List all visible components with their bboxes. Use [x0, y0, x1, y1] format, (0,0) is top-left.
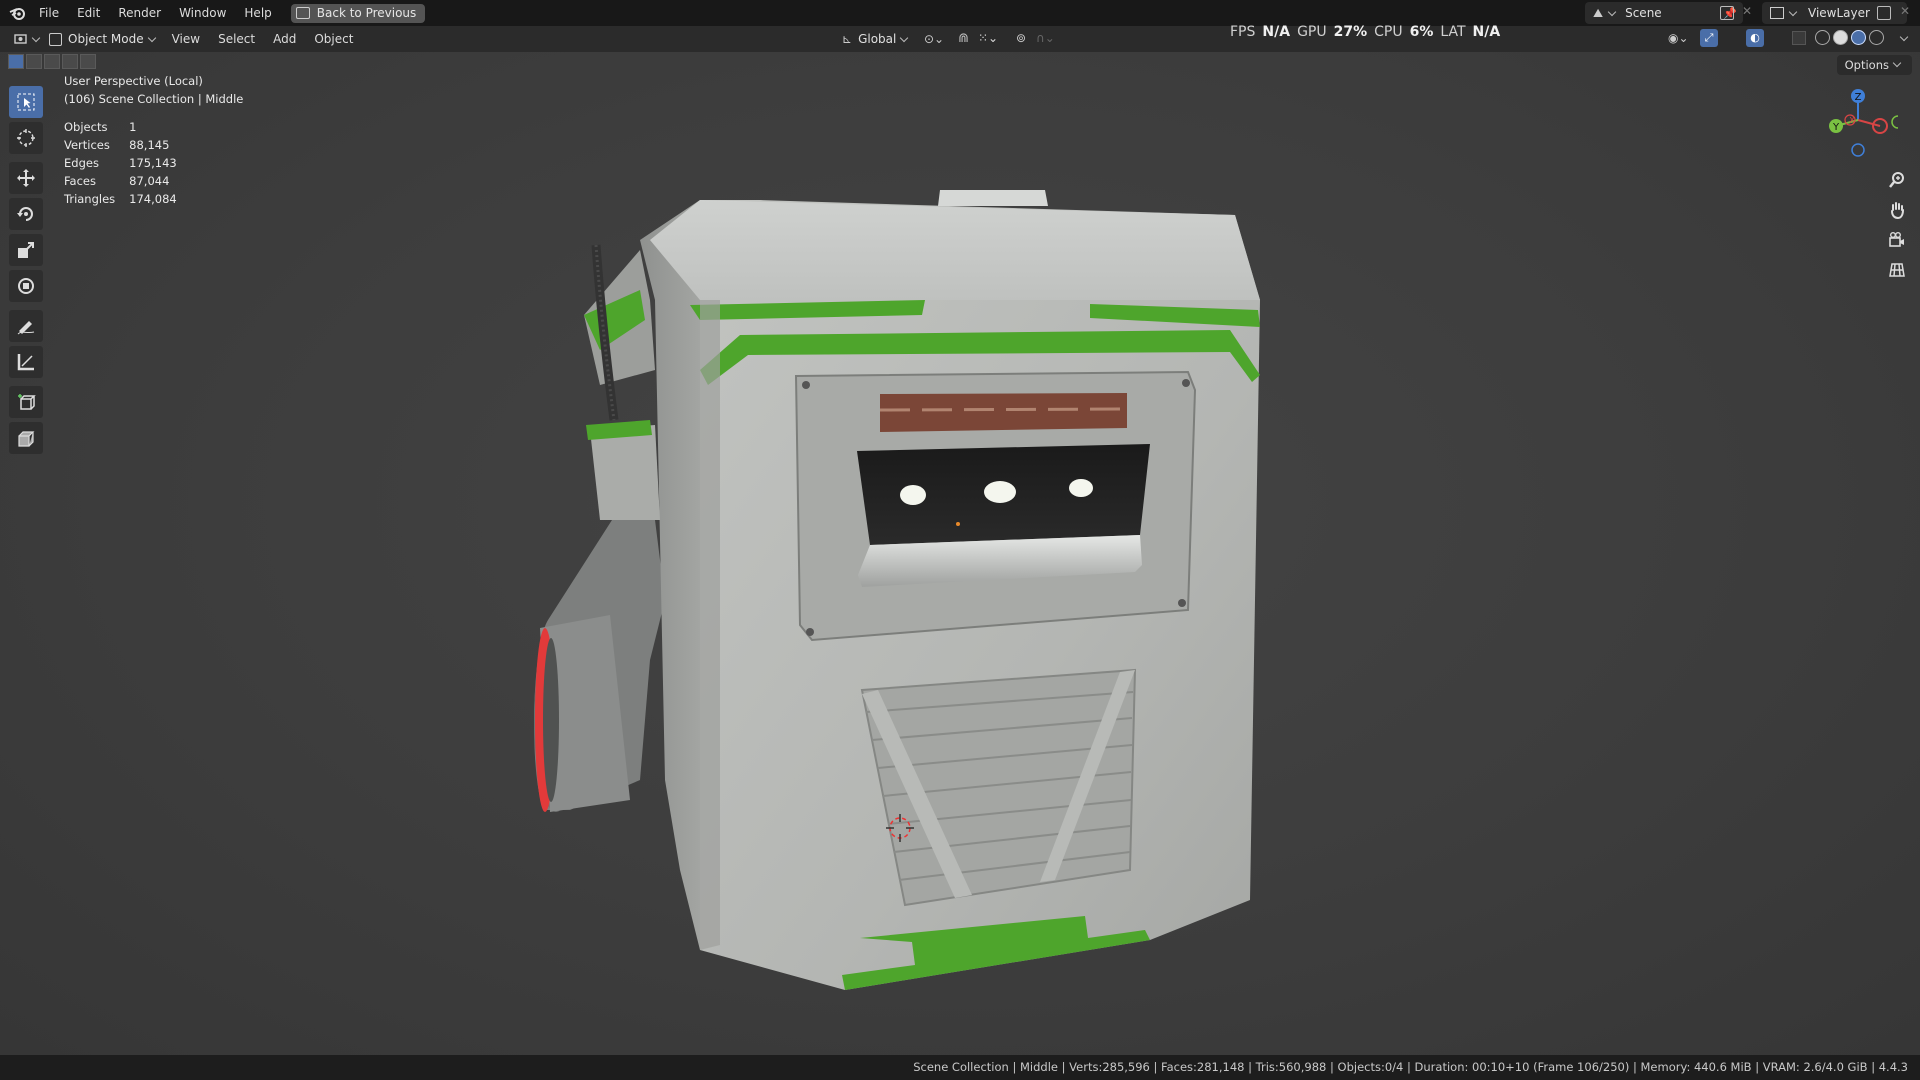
chevron-down-icon [1788, 7, 1798, 16]
orientation-icon: ⊾ [842, 32, 853, 46]
visibility-icon[interactable]: ◉⌄ [1668, 31, 1689, 45]
chevron-down-icon [1607, 7, 1617, 16]
menu-object[interactable]: Object [305, 32, 362, 46]
falloff-icon[interactable]: ∩⌄ [1036, 31, 1055, 45]
3d-viewport[interactable]: Options User Perspective (Local) (106) S… [0, 52, 1920, 1055]
model-visor-plate [794, 370, 1197, 642]
fps-value: N/A [1262, 24, 1291, 40]
lat-value: N/A [1472, 24, 1501, 40]
status-bar: Scene Collection | Middle | Verts:285,59… [0, 1055, 1920, 1080]
model-vent-grille [860, 668, 1137, 907]
gpu-label: GPU [1297, 24, 1327, 40]
menu-add[interactable]: Add [264, 32, 305, 46]
3d-model-render[interactable] [0, 52, 1920, 1055]
visor-light [1069, 479, 1093, 497]
chevron-down-icon [31, 33, 41, 42]
proportional-editing-icon[interactable]: ⊚ [1016, 31, 1026, 45]
wireframe-shading-icon[interactable] [1815, 30, 1830, 45]
visor-light [900, 485, 926, 505]
view-layer-icon [1770, 7, 1784, 19]
menu-view[interactable]: View [163, 32, 209, 46]
solid-shading-icon[interactable] [1833, 30, 1848, 45]
shading-buttons [1815, 30, 1884, 45]
lat-label: LAT [1440, 24, 1466, 40]
back-to-previous-label: Back to Previous [316, 6, 417, 20]
menu-render[interactable]: Render [109, 0, 170, 26]
xray-toggle-icon[interactable] [1792, 31, 1806, 45]
overlay-toggle-icon[interactable]: ◐ [1746, 29, 1764, 47]
mode-selector[interactable]: Object Mode [49, 32, 159, 46]
menu-help[interactable]: Help [235, 0, 280, 26]
status-text: Scene Collection | Middle | Verts:285,59… [913, 1060, 1908, 1074]
chevron-down-icon [147, 33, 156, 42]
rendered-shading-icon[interactable] [1869, 30, 1884, 45]
fps-label: FPS [1230, 24, 1256, 40]
pivot-point-icon[interactable]: ⊙⌄ [924, 32, 944, 46]
model-side-nozzle [534, 520, 665, 812]
orientation-label: Global [858, 32, 897, 46]
scene-name: Scene [1625, 6, 1662, 20]
gpu-value: 27% [1333, 24, 1368, 40]
transform-orientation-selector[interactable]: ⊾ Global [842, 32, 911, 46]
menu-select[interactable]: Select [209, 32, 264, 46]
blender-logo-icon[interactable] [6, 0, 28, 26]
performance-hud: FPS N/A GPU 27% CPU 6% LAT N/A [1230, 24, 1500, 40]
mode-label: Object Mode [68, 32, 144, 46]
screen-icon [295, 7, 310, 19]
chevron-down-icon [900, 33, 909, 42]
chevron-down-icon[interactable] [1899, 32, 1909, 42]
close-scene-icon[interactable]: ✕ [1742, 4, 1752, 18]
gizmo-toggle-icon[interactable]: ⤢ [1700, 29, 1718, 47]
top-menu-bar: File Edit Render Window Help Back to Pre… [0, 0, 1920, 26]
close-view-layer-icon[interactable]: ✕ [1900, 4, 1910, 18]
new-scene-icon[interactable] [1720, 6, 1734, 20]
menu-file[interactable]: File [30, 0, 68, 26]
menu-edit[interactable]: Edit [68, 0, 109, 26]
new-view-layer-icon[interactable] [1877, 6, 1891, 20]
visor-light [984, 481, 1016, 503]
scene-icon: ⛰ [1593, 5, 1604, 20]
object-mode-icon [49, 32, 62, 46]
viewport-header: Object Mode View Select Add Object ⊾ Glo… [0, 24, 1920, 52]
back-to-previous-button[interactable]: Back to Previous [290, 3, 426, 23]
snap-grid-icon[interactable]: ⁙⌄ [978, 31, 998, 45]
cpu-label: CPU [1374, 24, 1403, 40]
menu-window[interactable]: Window [170, 0, 235, 26]
material-shading-icon[interactable] [1851, 30, 1866, 45]
editor-type-icon[interactable] [14, 33, 43, 45]
view-layer-name: ViewLayer [1808, 6, 1870, 20]
snap-toggle-icon[interactable]: ⋒ [958, 31, 969, 46]
cpu-value: 6% [1409, 24, 1434, 40]
